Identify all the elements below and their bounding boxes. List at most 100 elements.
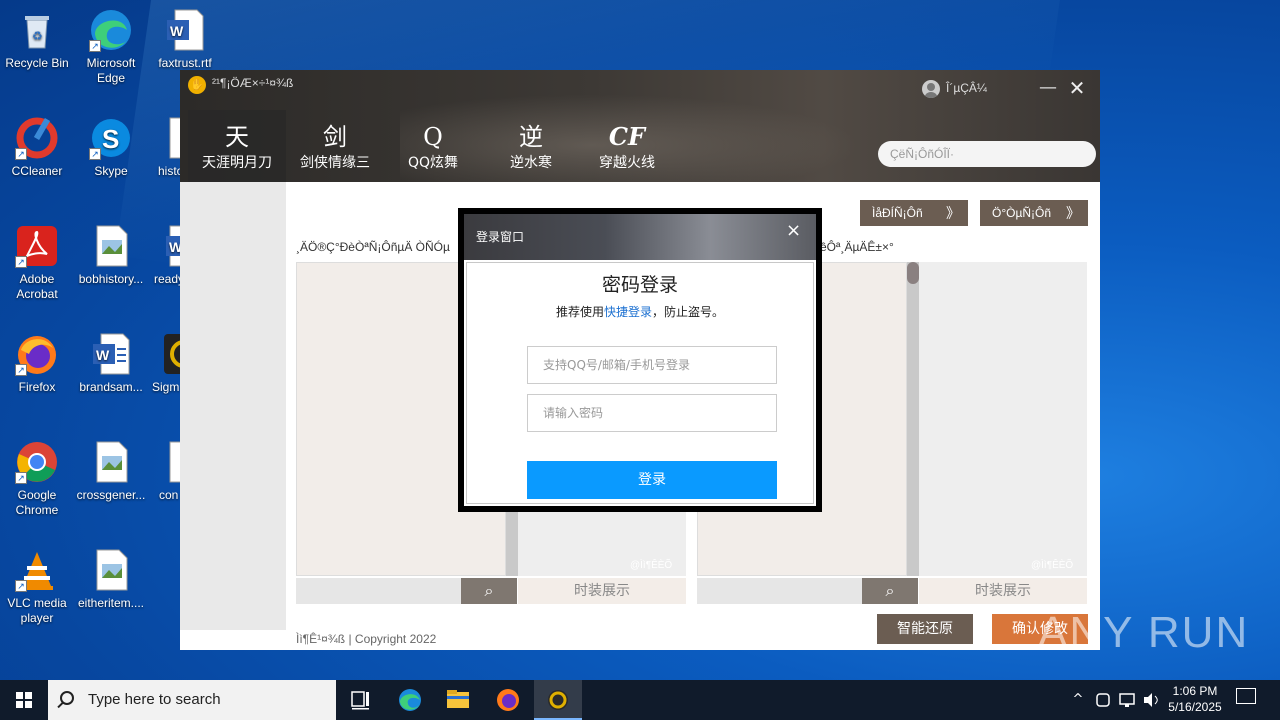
desktop-icon-label: Sigm: [152, 380, 180, 394]
search-button-left[interactable]: ⌕: [461, 578, 517, 604]
watermark-right: @Ìì¶ÊÈÕ: [1031, 560, 1074, 571]
ccleaner-icon: ↗: [15, 116, 59, 160]
login-button[interactable]: 登录: [527, 461, 777, 499]
desktop-icon-label: Skype: [94, 164, 128, 178]
class-select-button[interactable]: Ö°ÒµÑ¡Ôñ 》: [980, 200, 1088, 226]
file-explorer-icon[interactable]: [434, 680, 482, 720]
tab-label: QQ炫舞: [407, 155, 459, 171]
tab-crossfire[interactable]: CF 穿越火线: [578, 110, 676, 182]
task-view-icon[interactable]: [336, 680, 384, 720]
scrollbar-right[interactable]: [907, 262, 919, 576]
desktop-icon-histo[interactable]: histo: [148, 116, 180, 179]
svg-text:♻: ♻: [32, 29, 43, 43]
account-input[interactable]: 支持QQ号/邮箱/手机号登录: [527, 346, 777, 384]
tab-qqx5[interactable]: Q QQ炫舞: [384, 110, 482, 182]
recycle-bin-icon: ♻: [15, 8, 59, 52]
skype-icon: S ↗: [89, 116, 133, 160]
tab-nishuihan[interactable]: 逆 逆水寒: [482, 110, 580, 182]
login-subtitle: 推荐使用快捷登录，防止盗号。: [464, 303, 816, 320]
fashion-show-left[interactable]: 时装展示: [518, 578, 686, 604]
desktop-icon-brandsam[interactable]: W brandsam...: [74, 332, 148, 395]
user-name-link[interactable]: Î´µÇÂ¼: [946, 81, 987, 95]
desktop-icon-chrome[interactable]: ↗ Google Chrome: [0, 440, 74, 518]
search-button-right[interactable]: ⌕: [862, 578, 918, 604]
tab-label: 剑侠情缘三: [300, 155, 370, 171]
network-icon[interactable]: [1116, 680, 1138, 720]
acrobat-icon: ↗: [15, 224, 59, 268]
tianya-logo-icon: 天: [225, 123, 249, 151]
search-icon: ⌕: [484, 581, 494, 600]
tab-tianya[interactable]: 天 天涯明月刀: [188, 110, 286, 182]
chevron-right-icon: 》: [1066, 205, 1080, 221]
file-icon: [162, 116, 180, 160]
copyright-text: Ìì¶Ê¹¤¾ß | Copyright 2022: [296, 632, 437, 646]
minimize-button[interactable]: —: [1036, 74, 1060, 102]
subtitle-suffix: ，防止盗号。: [652, 305, 725, 319]
search-field-left[interactable]: [296, 578, 462, 604]
password-input[interactable]: 请输入密码: [527, 394, 777, 432]
desktop-icon-con[interactable]: con: [148, 440, 180, 503]
desktop-icon-label: Microsoft Edge: [86, 56, 136, 85]
desktop-icon-crossgener[interactable]: crossgener...: [74, 440, 148, 503]
search-icon: ⌕: [885, 581, 895, 600]
close-button[interactable]: ✕: [1065, 74, 1089, 102]
login-heading: 密码登录: [601, 274, 678, 296]
system-clock[interactable]: 1:06 PM 5/16/2025: [1162, 683, 1228, 715]
fashion-show-right[interactable]: 时装展示: [919, 578, 1087, 604]
image-file-icon: [89, 224, 133, 268]
network-meter-icon[interactable]: [1092, 680, 1114, 720]
app-taskbar-icon[interactable]: [534, 680, 582, 720]
tray-overflow-icon[interactable]: ^: [1068, 680, 1088, 720]
quick-login-link[interactable]: 快捷登录: [604, 305, 652, 319]
note-right: êÔª¸ÄµÄÊ±×°: [820, 240, 894, 254]
start-button[interactable]: [0, 680, 48, 720]
close-icon[interactable]: ×: [786, 220, 801, 241]
login-dialog-header: 登录窗口 ×: [464, 214, 816, 260]
scrollbar-thumb[interactable]: [907, 262, 919, 284]
desktop-icon-recycle-bin[interactable]: ♻ Recycle Bin: [0, 8, 74, 71]
user-avatar-icon[interactable]: [922, 80, 940, 98]
desktop-icon-label: crossgener...: [76, 488, 146, 502]
clock-time: 1:06 PM: [1172, 684, 1218, 698]
tab-label: 天涯明月刀: [202, 155, 272, 171]
tab-jianxia[interactable]: 剑 剑侠情缘三: [286, 110, 384, 182]
crossfire-logo-icon: CF: [608, 122, 646, 151]
desktop-icon-skype[interactable]: S ↗ Skype: [74, 116, 148, 179]
game-search-input[interactable]: ÇëÑ¡ÔñÓÎÏ·: [878, 141, 1096, 167]
login-dialog: 登录窗口 × 密码登录 推荐使用快捷登录，防止盗号。 支持QQ号/邮箱/手机号登…: [464, 214, 816, 506]
search-field-right[interactable]: [697, 578, 863, 604]
desktop-icon-edge[interactable]: ↗ Microsoft Edge: [74, 8, 148, 86]
desktop-icon-bobhistory[interactable]: bobhistory...: [74, 224, 148, 287]
sidebar: [180, 182, 286, 630]
desktop-icon-vlc[interactable]: ↗ VLC media player: [0, 548, 74, 626]
taskbar-search-placeholder: Type here to search: [88, 691, 221, 708]
svg-text:W: W: [170, 23, 184, 39]
anyrun-watermark: ANY RUN: [1038, 608, 1250, 657]
desktop-icon-eitheritem[interactable]: eitheritem....: [74, 548, 148, 611]
edge-taskbar-icon[interactable]: [386, 680, 434, 720]
desktop-icon-firefox[interactable]: ↗ Firefox: [0, 332, 74, 395]
firefox-taskbar-icon[interactable]: [484, 680, 532, 720]
taskbar-search-input[interactable]: Type here to search: [48, 680, 336, 720]
body-type-button[interactable]: ÌåÐÍÑ¡Ôñ 》: [860, 200, 968, 226]
desktop-icon-ccleaner[interactable]: ↗ CCleaner: [0, 116, 74, 179]
login-dialog-title: 登录窗口: [476, 230, 525, 244]
word-doc-icon: W: [163, 8, 207, 52]
watermark-left: @Ìì¶ÊÈÕ: [630, 560, 673, 571]
chrome-icon: ↗: [15, 440, 59, 484]
smart-restore-button[interactable]: 智能还原: [877, 614, 973, 644]
desktop-icon-acrobat[interactable]: ↗ Adobe Acrobat: [0, 224, 74, 302]
app-logo-icon: ✋: [188, 76, 206, 94]
tab-label: 逆水寒: [510, 155, 552, 171]
desktop-icon-label: Google Chrome: [15, 488, 59, 517]
nishuihan-logo-icon: 逆: [519, 123, 543, 151]
desktop-icon-sigm[interactable]: Sigm: [148, 332, 180, 395]
file-icon: [162, 440, 180, 484]
notification-icon[interactable]: [1236, 688, 1256, 704]
volume-icon[interactable]: [1140, 680, 1162, 720]
desktop-icon-faxtrust[interactable]: W faxtrust.rtf: [148, 8, 222, 71]
svg-text:S: S: [102, 124, 119, 154]
edge-icon: ↗: [89, 8, 133, 52]
svg-text:W: W: [169, 239, 180, 255]
desktop-icon-ready[interactable]: W ready: [148, 224, 180, 287]
